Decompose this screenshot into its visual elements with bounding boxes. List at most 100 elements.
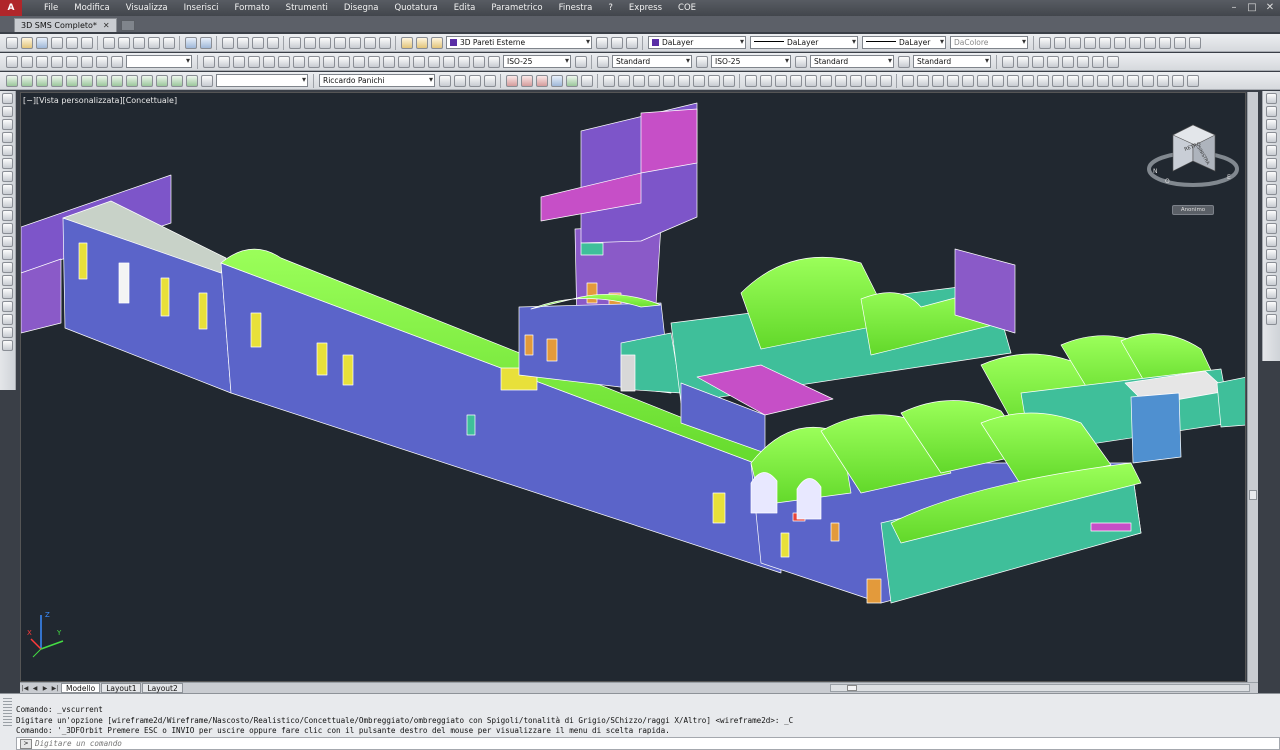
rectangle-icon[interactable] bbox=[2, 145, 13, 156]
3d-model-render[interactable] bbox=[21, 93, 1246, 682]
menu-coe[interactable]: COE bbox=[670, 0, 704, 16]
ref-edit-icon[interactable] bbox=[1126, 74, 1139, 87]
tolerance-icon[interactable] bbox=[397, 55, 410, 68]
menu-quotatura[interactable]: Quotatura bbox=[386, 0, 445, 16]
convert-space-icon[interactable] bbox=[707, 74, 720, 87]
new-tab-button[interactable] bbox=[120, 20, 135, 31]
continue-icon[interactable] bbox=[352, 55, 365, 68]
ellipse-icon[interactable] bbox=[2, 210, 13, 221]
first-layout-arrow-icon[interactable]: |◀ bbox=[20, 684, 30, 693]
command-input[interactable] bbox=[35, 738, 1279, 749]
insert-ole-icon[interactable] bbox=[804, 74, 817, 87]
table-style-icon[interactable] bbox=[794, 55, 807, 68]
plotstyle-combo[interactable]: DaColore bbox=[950, 36, 1028, 49]
view-combo[interactable] bbox=[216, 74, 308, 87]
annotation-scale-button[interactable]: Anonimo bbox=[1172, 205, 1214, 215]
stretch-icon[interactable] bbox=[1106, 55, 1119, 68]
status-icon[interactable] bbox=[1066, 74, 1079, 87]
sweep-icon[interactable] bbox=[155, 74, 168, 87]
viewcube-compass-o[interactable]: O bbox=[1165, 178, 1170, 185]
justify-text-icon[interactable] bbox=[692, 74, 705, 87]
radius-icon[interactable] bbox=[262, 55, 275, 68]
minimize-button[interactable]: – bbox=[1226, 0, 1242, 16]
ucs-zaxis-icon[interactable] bbox=[1143, 36, 1156, 49]
erase-icon[interactable] bbox=[1266, 93, 1277, 104]
attribute-icon[interactable] bbox=[1096, 74, 1109, 87]
mleaderstyle-combo[interactable]: Standard bbox=[913, 55, 991, 68]
arc-icon[interactable] bbox=[2, 158, 13, 169]
tab-layout1[interactable]: Layout1 bbox=[101, 683, 142, 693]
multiline-text-icon[interactable] bbox=[2, 327, 13, 338]
block-attribute-icon[interactable] bbox=[1111, 74, 1124, 87]
wipeout-icon[interactable] bbox=[468, 74, 481, 87]
insert-field-icon[interactable] bbox=[819, 74, 832, 87]
polyline-icon[interactable] bbox=[2, 119, 13, 130]
print-preview-icon[interactable] bbox=[65, 36, 78, 49]
quick-dim-icon[interactable] bbox=[322, 55, 335, 68]
vertical-scrollbar[interactable] bbox=[1247, 92, 1258, 682]
ref-save-icon[interactable] bbox=[1186, 74, 1199, 87]
paste-icon[interactable] bbox=[132, 36, 145, 49]
menu-parametrico[interactable]: Parametrico bbox=[483, 0, 550, 16]
last-layout-arrow-icon[interactable]: ▶| bbox=[50, 684, 60, 693]
line-icon[interactable] bbox=[2, 93, 13, 104]
horizontal-scrollbar[interactable] bbox=[830, 684, 1250, 692]
dim-update-icon[interactable] bbox=[487, 55, 500, 68]
viewcube-compass-e[interactable]: E bbox=[1227, 174, 1231, 181]
region-side-icon[interactable] bbox=[2, 301, 13, 312]
undo-icon[interactable] bbox=[184, 36, 197, 49]
loft-icon[interactable] bbox=[170, 74, 183, 87]
layer-previous-icon[interactable] bbox=[610, 36, 623, 49]
extend-side-icon[interactable] bbox=[1266, 223, 1277, 234]
open-file-icon[interactable] bbox=[20, 36, 33, 49]
text-icon[interactable] bbox=[602, 74, 615, 87]
inquiry-id-icon[interactable] bbox=[961, 74, 974, 87]
drawing-viewport[interactable]: [−][Vista personalizzata][Concettuale] R… bbox=[20, 92, 1246, 682]
menu-inserisci[interactable]: Inserisci bbox=[176, 0, 227, 16]
help-icon[interactable] bbox=[378, 36, 391, 49]
match-properties-icon[interactable] bbox=[147, 36, 160, 49]
tablestyle-combo[interactable]: Standard bbox=[810, 55, 894, 68]
text-front-icon[interactable] bbox=[80, 55, 93, 68]
fillet-side-icon[interactable] bbox=[1266, 288, 1277, 299]
menu-disegna[interactable]: Disegna bbox=[336, 0, 387, 16]
ucs-3point-icon[interactable] bbox=[1158, 36, 1171, 49]
ucs-rotate-icon[interactable] bbox=[1173, 36, 1186, 49]
visual-style-2d-icon[interactable] bbox=[505, 74, 518, 87]
menu-visualizza[interactable]: Visualizza bbox=[118, 0, 176, 16]
app-logo-icon[interactable]: A bbox=[0, 0, 22, 16]
linear-dim-icon[interactable] bbox=[202, 55, 215, 68]
viewcube[interactable]: RETRO SINISTRA N O E bbox=[1145, 117, 1241, 193]
array-icon[interactable] bbox=[1266, 145, 1277, 156]
hatch-icon[interactable] bbox=[2, 275, 13, 286]
mirror-icon[interactable] bbox=[1266, 119, 1277, 130]
close-window-button[interactable]: ✕ bbox=[1262, 0, 1278, 16]
time-icon[interactable] bbox=[1051, 74, 1064, 87]
insert-hyperlink-icon[interactable] bbox=[834, 74, 847, 87]
color-combo[interactable]: DaLayer bbox=[648, 36, 746, 49]
mass-properties-icon[interactable] bbox=[1036, 74, 1049, 87]
menu-express[interactable]: Express bbox=[621, 0, 670, 16]
inquiry-area-icon[interactable] bbox=[916, 74, 929, 87]
chamfer-side-icon[interactable] bbox=[1266, 275, 1277, 286]
horizontal-scrollbar-thumb[interactable] bbox=[847, 685, 857, 691]
dimstyle-manager-icon[interactable] bbox=[695, 55, 708, 68]
insert-table-icon[interactable] bbox=[759, 74, 772, 87]
ucs-view-icon[interactable] bbox=[1113, 36, 1126, 49]
ref-add-icon[interactable] bbox=[1156, 74, 1169, 87]
extend-icon[interactable] bbox=[1046, 55, 1059, 68]
vertical-scrollbar-thumb[interactable] bbox=[1249, 490, 1257, 500]
pan-icon[interactable] bbox=[221, 36, 234, 49]
redo-icon[interactable] bbox=[199, 36, 212, 49]
text-scale-icon[interactable] bbox=[677, 74, 690, 87]
spline-icon[interactable] bbox=[2, 197, 13, 208]
aligned-dim-icon[interactable] bbox=[217, 55, 230, 68]
point-icon[interactable] bbox=[2, 262, 13, 273]
tab-modello[interactable]: Modello bbox=[61, 683, 101, 693]
viewport-label[interactable]: [−][Vista personalizzata][Concettuale] bbox=[23, 96, 177, 105]
offset-side-icon[interactable] bbox=[1266, 132, 1277, 143]
new-file-icon[interactable] bbox=[5, 36, 18, 49]
dimstyle-combo-2[interactable]: ISO-25 bbox=[711, 55, 791, 68]
menu-help[interactable]: ? bbox=[600, 0, 621, 16]
ref-close-icon[interactable] bbox=[1141, 74, 1154, 87]
